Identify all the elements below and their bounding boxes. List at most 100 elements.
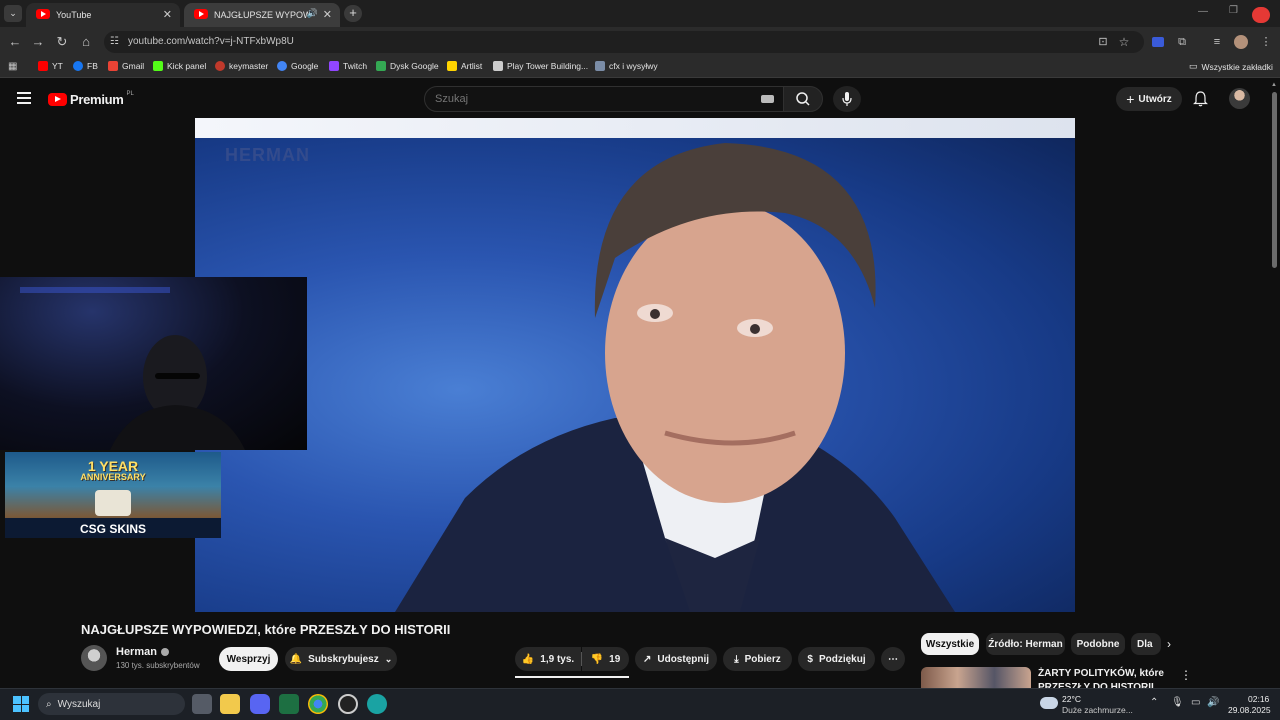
obs-icon[interactable] (338, 694, 358, 714)
bookmark-twitch[interactable]: Twitch (329, 61, 367, 71)
tab-video[interactable]: NAJGŁUPSZE WYPOWIEDZI 🔊 ✕ (184, 3, 340, 27)
recommended-thumbnail[interactable] (921, 667, 1031, 688)
plus-icon: + (1126, 91, 1135, 107)
chevron-right-icon[interactable]: › (1167, 637, 1171, 651)
channel-name[interactable]: Herman (116, 646, 169, 658)
chip-source-herman[interactable]: Źródło: Herman (986, 633, 1065, 655)
scroll-up-icon[interactable]: ▲ (1271, 82, 1277, 88)
profile-avatar[interactable] (1234, 35, 1248, 49)
restore-icon[interactable]: ❐ (1229, 5, 1238, 16)
bell-icon: 🔔 (289, 653, 303, 665)
bookmark-yt[interactable]: YT (38, 61, 63, 71)
gmail-icon (108, 61, 118, 71)
bookmark-kick-panel[interactable]: Kick panel (153, 61, 206, 71)
weather-desc[interactable]: Duże zachmurze... (1062, 705, 1133, 715)
bookmark-star-icon[interactable]: ☆ (1115, 34, 1133, 50)
excel-icon[interactable] (279, 694, 299, 714)
reload-icon[interactable]: ↻ (53, 34, 71, 50)
forward-icon[interactable]: → (29, 34, 47, 50)
video-player[interactable]: HERMAN (195, 118, 1075, 612)
browser-tab-strip: ⌄ YouTube ✕ NAJGŁUPSZE WYPOWIEDZI 🔊 ✕ + … (0, 0, 1280, 27)
home-icon[interactable]: ⌂ (77, 34, 95, 50)
menu-icon[interactable]: ⋮ (1257, 34, 1275, 50)
search-icon (796, 92, 810, 106)
artlist-icon (447, 61, 457, 71)
windows-start-icon[interactable] (13, 696, 29, 712)
microphone-icon (842, 92, 852, 106)
search-button[interactable] (783, 86, 823, 112)
share-button[interactable]: ↗ Udostępnij (635, 647, 717, 671)
user-avatar[interactable] (1229, 88, 1250, 109)
site-info-icon[interactable]: ☷ (110, 36, 119, 47)
chip-all[interactable]: Wszystkie (921, 633, 979, 655)
hamburger-menu-icon[interactable] (17, 92, 31, 104)
support-button[interactable]: Wesprzyj (219, 647, 278, 671)
bookmark-google[interactable]: Google (277, 61, 318, 71)
chip-related[interactable]: Podobne (1071, 633, 1125, 655)
task-view-icon[interactable] (192, 694, 212, 714)
webcam-overlay (0, 277, 307, 450)
dislike-button[interactable]: 👎 19 (582, 647, 629, 671)
cfx-icon (595, 61, 605, 71)
channel-avatar[interactable] (81, 645, 107, 671)
notifications-bell-icon[interactable] (1193, 91, 1208, 107)
browser-globe-icon[interactable] (367, 694, 387, 714)
chevron-down-icon: ⌄ (384, 653, 393, 664)
new-tab-button[interactable]: + (344, 5, 362, 22)
bookmark-keymaster[interactable]: keymaster (215, 61, 268, 71)
taskbar-search[interactable]: ⌕ Wyszukaj (38, 693, 185, 715)
kick-icon (153, 61, 163, 71)
clock-time[interactable]: 02:16 (1248, 694, 1269, 704)
chip-for-you[interactable]: Dla (1131, 633, 1161, 655)
download-icon: ⤓ (734, 653, 739, 665)
thanks-button[interactable]: $ Podziękuj (798, 647, 875, 671)
discord-icon[interactable] (250, 694, 270, 714)
bookmark-fb[interactable]: FB (73, 61, 98, 71)
back-icon[interactable]: ← (6, 34, 24, 50)
close-tab-icon[interactable]: ✕ (323, 8, 332, 21)
bookmark-dysk-google[interactable]: Dysk Google (376, 61, 439, 71)
microphone-tray-icon[interactable]: 🎙 (1171, 697, 1184, 708)
more-actions-button[interactable]: ⋯ (881, 647, 905, 671)
tab-youtube[interactable]: YouTube ✕ (26, 3, 180, 27)
media-control-icon[interactable]: ≡ (1208, 34, 1226, 50)
page-scrollbar[interactable] (1272, 92, 1277, 268)
extension-icon[interactable] (1152, 37, 1164, 47)
subscribed-button[interactable]: 🔔 Subskrybujesz ⌄ (285, 647, 397, 671)
keyboard-icon[interactable] (761, 95, 774, 103)
like-button[interactable]: 👍 1,9 tys. (515, 647, 581, 671)
video-frame-person (395, 143, 955, 612)
file-explorer-icon[interactable] (220, 694, 240, 714)
create-button[interactable]: + Utwórz (1116, 87, 1182, 111)
bookmark-cfx[interactable]: cfx i wysyłwy (595, 61, 658, 71)
weather-icon[interactable] (1040, 697, 1058, 709)
download-button[interactable]: ⤓ Pobierz (723, 647, 792, 671)
volume-icon[interactable]: 🔊 (1207, 697, 1219, 708)
bookmark-play-tower[interactable]: Play Tower Building... (493, 61, 588, 71)
url-text[interactable]: youtube.com/watch?v=j-NTFxbWp8U (128, 36, 294, 47)
youtube-logo[interactable]: Premium PL (48, 91, 134, 107)
recommended-title-line1[interactable]: ŻARTY POLITYKÓW, które (1038, 668, 1164, 679)
close-tab-icon[interactable]: ✕ (163, 8, 172, 21)
twitch-icon (329, 61, 339, 71)
install-app-icon[interactable]: ⊡ (1094, 34, 1112, 50)
recommended-menu-icon[interactable]: ⋮ (1180, 668, 1192, 682)
extensions-puzzle-icon[interactable]: ⧉ (1173, 34, 1191, 50)
minimize-icon[interactable]: — (1198, 6, 1208, 17)
speaker-icon[interactable]: 🔊 (307, 8, 318, 19)
thumbs-down-icon: 👎 (590, 653, 604, 665)
bookmark-gmail[interactable]: Gmail (108, 61, 144, 71)
network-icon[interactable]: ▭ (1191, 697, 1200, 708)
clock-date[interactable]: 29.08.2025 (1228, 705, 1271, 715)
voice-search-button[interactable] (833, 86, 861, 112)
promo-subtitle: ANNIVERSARY (80, 472, 146, 482)
apps-grid-icon[interactable]: ▦ (8, 61, 17, 72)
tray-chevron-icon[interactable]: ⌃ (1150, 697, 1158, 708)
profile-badge-icon[interactable] (1252, 7, 1270, 23)
weather-temp[interactable]: 22°C (1062, 694, 1081, 704)
all-bookmarks-button[interactable]: ▭ Wszystkie zakładki (1189, 61, 1273, 72)
chrome-icon[interactable] (308, 694, 328, 714)
bookmark-artlist[interactable]: Artlist (447, 61, 482, 71)
search-input[interactable] (424, 86, 784, 112)
tab-search-button[interactable]: ⌄ (4, 5, 22, 22)
